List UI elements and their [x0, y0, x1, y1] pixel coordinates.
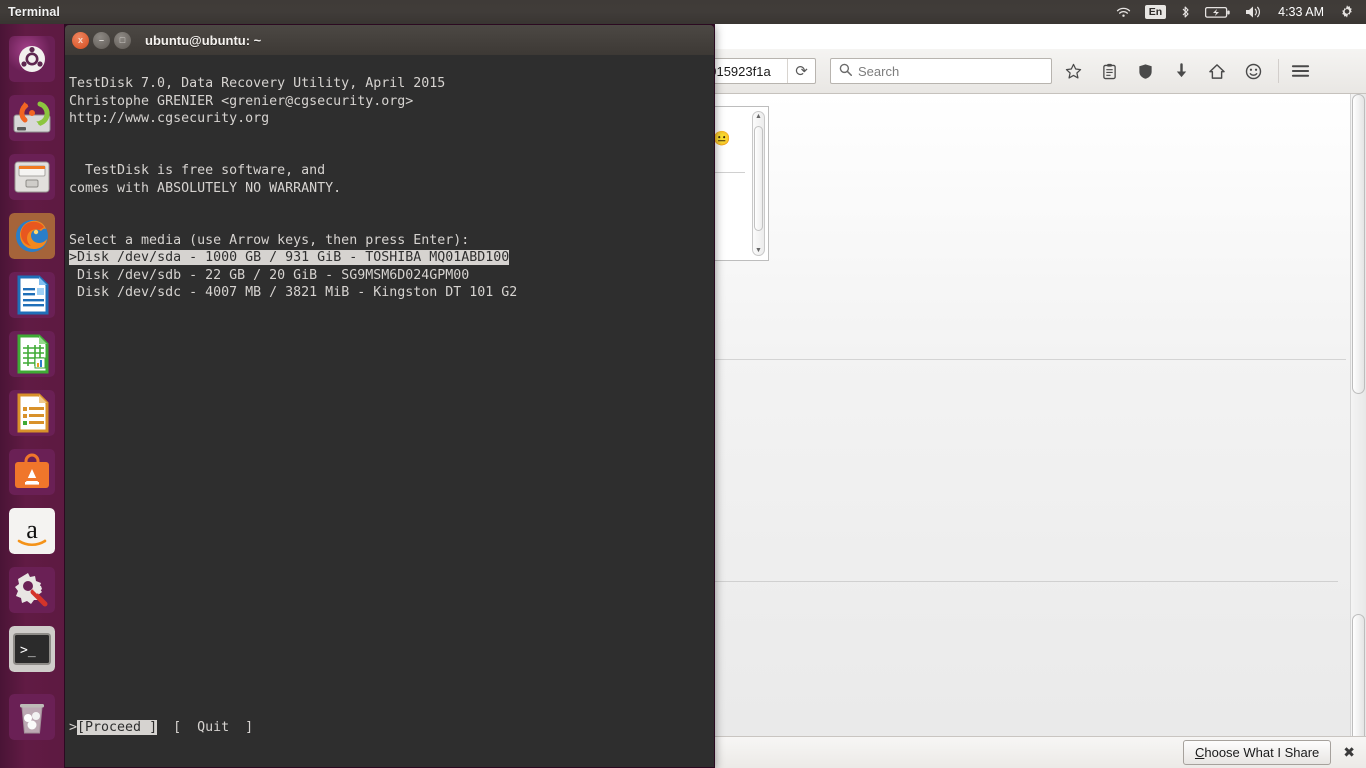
sidebar-item-terminal[interactable]: >_ — [5, 622, 59, 676]
wifi-icon[interactable] — [1109, 0, 1138, 24]
sidebar-item-disk-recovery[interactable] — [5, 91, 59, 145]
disk-option-selected[interactable]: >Disk /dev/sda - 1000 GB / 931 GiB - TOS… — [69, 250, 510, 266]
sidebar-item-system-settings[interactable] — [5, 563, 59, 617]
minimize-icon[interactable]: – — [93, 31, 110, 49]
terminal-spacer — [69, 302, 714, 702]
volume-icon[interactable] — [1238, 0, 1270, 24]
close-icon[interactable]: x — [72, 31, 89, 49]
unity-top-panel: Terminal En 4:33 AM — [0, 0, 1366, 24]
terminal-line: TestDisk 7.0, Data Recovery Utility, Apr… — [69, 76, 446, 92]
sidebar-item-libreoffice-writer[interactable] — [5, 268, 59, 322]
keyboard-layout-indicator[interactable]: En — [1138, 0, 1173, 24]
page-scrollbar[interactable]: ▲ — [1350, 94, 1366, 768]
terminal-line: TestDisk is free software, and — [69, 163, 326, 179]
terminal-prompt-line: Select a media (use Arrow keys, then pre… — [69, 233, 470, 249]
terminal-line: Christophe GRENIER <grenier@cgsecurity.o… — [69, 93, 414, 109]
svg-text:a: a — [26, 515, 38, 544]
downloads-icon[interactable] — [1166, 56, 1196, 86]
scroll-up-icon[interactable]: ▲ — [755, 113, 762, 120]
close-icon[interactable]: ✖ — [1331, 744, 1366, 761]
home-icon[interactable] — [1202, 56, 1232, 86]
focused-app-name[interactable]: Terminal — [8, 5, 60, 19]
smiley-icon[interactable]: 😐 — [713, 130, 730, 147]
indicator-area: En 4:33 AM — [1109, 0, 1366, 24]
bluetooth-icon[interactable] — [1173, 0, 1198, 24]
sidebar-item-libreoffice-impress[interactable] — [5, 386, 59, 440]
battery-icon[interactable] — [1198, 0, 1238, 24]
bookmark-star-icon[interactable] — [1058, 56, 1088, 86]
terminal-line: comes with ABSOLUTELY NO WARRANTY. — [69, 180, 342, 196]
search-input[interactable]: Search — [830, 58, 1052, 84]
gear-icon[interactable] — [1332, 0, 1362, 24]
sidebar-item-trash[interactable] — [5, 690, 59, 744]
reading-list-icon[interactable] — [1094, 56, 1124, 86]
choose-what-i-share-button[interactable]: Choose What I Share — [1182, 740, 1332, 765]
terminal-output[interactable]: TestDisk 7.0, Data Recovery Utility, Apr… — [65, 55, 714, 767]
sidebar-item-firefox[interactable] — [5, 209, 59, 263]
terminal-titlebar[interactable]: x – □ ubuntu@ubuntu: ~ — [65, 25, 714, 55]
terminal-window: x – □ ubuntu@ubuntu: ~ TestDisk 7.0, Dat… — [64, 24, 715, 768]
scrollbar-thumb[interactable] — [754, 126, 763, 231]
search-icon — [839, 63, 852, 79]
hamburger-menu-icon[interactable] — [1285, 56, 1315, 86]
smilies-scrollbar[interactable]: ▲ ▼ — [752, 111, 765, 256]
terminal-title-text: ubuntu@ubuntu: ~ — [145, 32, 262, 48]
keyboard-layout-label: En — [1144, 5, 1167, 19]
search-placeholder-text: Search — [858, 63, 900, 79]
sidebar-item-ubuntu-software[interactable] — [5, 445, 59, 499]
terminal-action-row: >[Proceed ] [ Quit ] — [69, 720, 254, 736]
sidebar-item-files[interactable] — [5, 150, 59, 204]
scrollbar-thumb[interactable] — [1352, 94, 1365, 394]
proceed-button[interactable]: [Proceed ] — [77, 720, 158, 736]
shield-icon[interactable] — [1130, 56, 1160, 86]
sidebar-item-ubuntu-dash[interactable] — [5, 32, 59, 86]
svg-text:>_: >_ — [20, 643, 36, 658]
quit-button[interactable]: [ Quit ] — [173, 720, 253, 735]
scroll-down-icon[interactable]: ▼ — [755, 247, 762, 254]
unity-launcher: a >_ — [0, 24, 64, 768]
sidebar-item-libreoffice-calc[interactable] — [5, 327, 59, 381]
clock[interactable]: 4:33 AM — [1270, 5, 1332, 19]
sidebar-item-amazon[interactable]: a — [5, 504, 59, 558]
maximize-icon[interactable]: □ — [114, 31, 131, 49]
toolbar-divider — [1278, 59, 1279, 83]
smiley-sync-icon[interactable] — [1238, 56, 1268, 86]
terminal-line: http://www.cgsecurity.org — [69, 111, 270, 127]
reload-icon[interactable]: ⟳ — [787, 59, 815, 83]
disk-option[interactable]: Disk /dev/sdc - 4007 MB / 3821 MiB - Kin… — [69, 285, 517, 300]
disk-option[interactable]: Disk /dev/sdb - 22 GB / 20 GiB - SG9MSM6… — [69, 268, 469, 283]
